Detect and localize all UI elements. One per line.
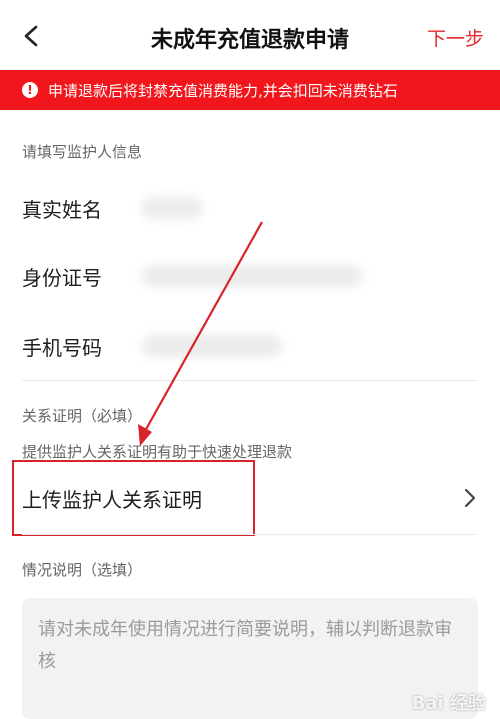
relation-section-label: 关系证明（必填）	[22, 407, 143, 425]
situation-textarea-container	[22, 598, 478, 719]
watermark: Bai 经验	[411, 693, 486, 714]
id-number-label: 身份证号	[22, 265, 102, 290]
real-name-value[interactable]	[142, 197, 202, 219]
situation-section-label: 情况说明（选填）	[22, 561, 143, 579]
phone-number-row[interactable]: 手机号码	[0, 316, 500, 376]
relation-hint-text: 提供监护人关系证明有助于快速处理退款	[22, 443, 293, 461]
chevron-right-icon	[464, 488, 476, 508]
header: 未成年充值退款申请 下一步	[0, 0, 500, 72]
annotation-highlight-box	[12, 460, 255, 536]
situation-textarea[interactable]	[38, 614, 462, 703]
real-name-row[interactable]: 真实姓名	[0, 178, 500, 238]
page-title: 未成年充值退款申请	[150, 28, 349, 53]
real-name-label: 真实姓名	[22, 197, 102, 222]
warning-text: 申请退款后将封禁充值消费能力,并会扣回未消费钻石	[48, 81, 398, 100]
exclamation-icon: !	[22, 82, 38, 98]
divider	[22, 380, 478, 381]
id-number-row[interactable]: 身份证号	[0, 246, 500, 306]
guardian-section-label: 请填写监护人信息	[22, 143, 143, 161]
next-step-button[interactable]: 下一步	[427, 24, 484, 51]
divider	[22, 534, 478, 535]
phone-number-label: 手机号码	[22, 335, 102, 360]
warning-banner: ! 申请退款后将封禁充值消费能力,并会扣回未消费钻石	[0, 70, 500, 110]
id-number-value[interactable]	[142, 265, 362, 287]
phone-number-value[interactable]	[142, 335, 282, 357]
